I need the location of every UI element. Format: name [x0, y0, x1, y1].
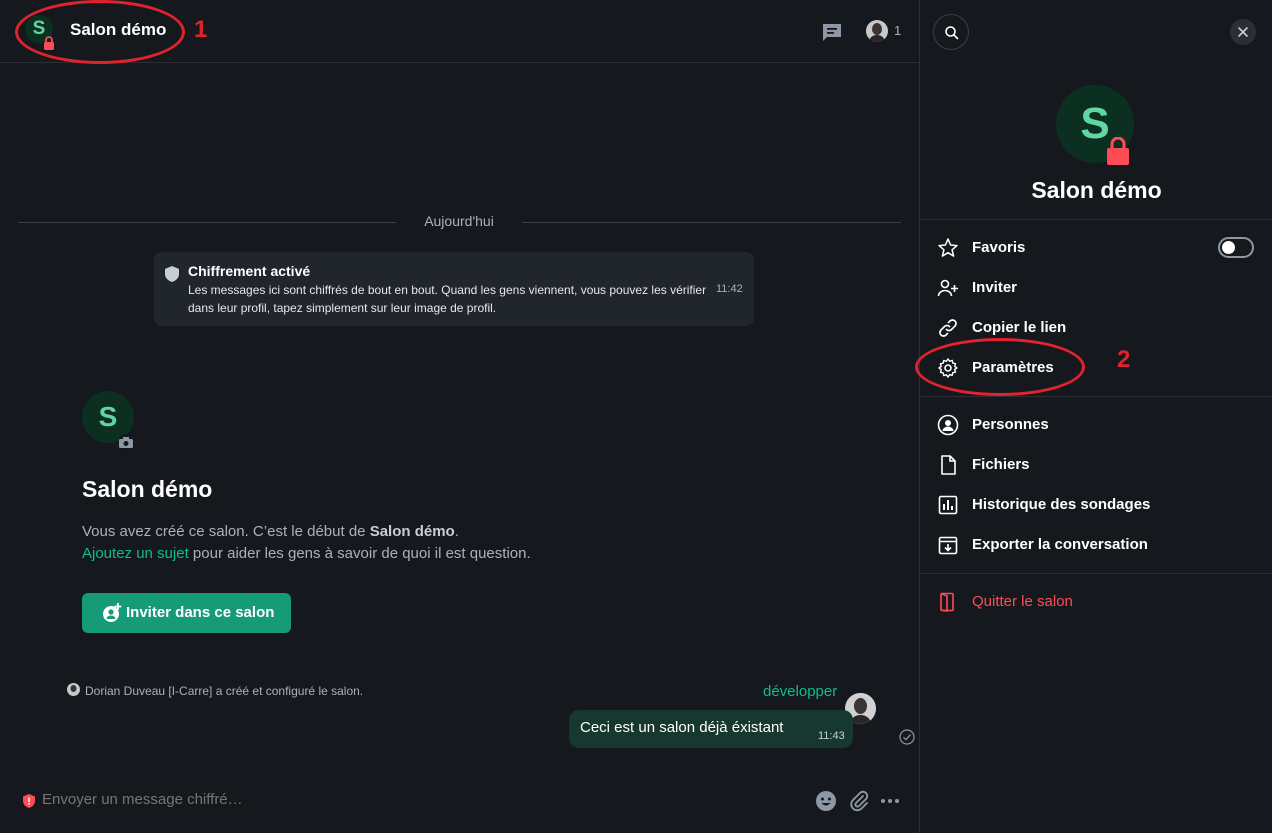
encryption-time: 11:42	[716, 283, 743, 295]
divider	[920, 219, 1272, 220]
person-icon	[937, 414, 959, 436]
add-person-icon	[937, 279, 958, 297]
add-topic-link[interactable]: Ajoutez un sujet	[82, 545, 189, 562]
link-icon	[939, 319, 957, 337]
annotation-ellipse-1	[15, 0, 185, 64]
divider	[920, 573, 1272, 574]
favourite-label: Favoris	[972, 239, 1026, 256]
search-button[interactable]	[933, 14, 969, 50]
room-intro-topic: Ajoutez un sujet pour aider les gens à s…	[82, 543, 531, 565]
user-photo-icon	[866, 20, 888, 42]
shield-icon	[165, 266, 179, 282]
poll-icon	[938, 495, 958, 515]
search-icon	[945, 26, 959, 40]
poll-history-label: Historique des sondages	[972, 496, 1151, 513]
lock-icon	[1107, 137, 1129, 165]
member-avatar[interactable]	[866, 20, 888, 42]
more-options-icon[interactable]	[879, 790, 901, 812]
leave-icon	[940, 592, 954, 612]
message-composer-input[interactable]	[42, 791, 742, 808]
message-bubble[interactable]: Ceci est un salon déjà éxistant 11:43	[569, 710, 853, 748]
encryption-text: Les messages ici sont chiffrés de bout e…	[188, 283, 707, 315]
close-panel-button[interactable]	[1230, 19, 1256, 45]
invite-to-room-button[interactable]: Inviter dans ce salon	[82, 593, 291, 633]
intro-desc-prefix: Vous avez créé ce salon. C’est le début …	[82, 523, 370, 540]
copy-link-label: Copier le lien	[972, 319, 1067, 336]
file-icon	[941, 455, 956, 475]
room-created-event: Dorian Duveau [I-Carre] a créé et config…	[85, 684, 364, 698]
topic-rest-text: pour aider les gens à savoir de quoi il …	[188, 545, 531, 562]
room-intro-description: Vous avez créé ce salon. C’est le début …	[82, 521, 459, 543]
sent-check-icon	[899, 729, 915, 745]
emoji-icon[interactable]	[815, 790, 837, 812]
separator-line	[18, 222, 396, 223]
expand-events-link[interactable]: développer	[763, 683, 837, 700]
export-chat-item[interactable]: Exporter la conversation	[920, 528, 1272, 562]
message-text: Ceci est un salon déjà éxistant	[580, 719, 784, 736]
divider	[920, 396, 1272, 397]
files-item[interactable]: Fichiers	[920, 448, 1272, 482]
intro-desc-room: Salon démo	[369, 523, 455, 540]
event-avatar[interactable]	[67, 683, 80, 696]
export-chat-label: Exporter la conversation	[972, 536, 1148, 553]
invite-label: Inviter	[972, 279, 1018, 296]
poll-history-item[interactable]: Historique des sondages	[920, 488, 1272, 522]
star-icon	[938, 238, 958, 257]
encryption-notice: Chiffrement activé Les messages ici sont…	[154, 252, 754, 326]
room-intro-name: Salon démo	[82, 476, 213, 502]
message-time: 11:43	[818, 730, 845, 742]
export-icon	[938, 536, 958, 555]
room-info-panel: S Salon démo Favoris Inviter Copier le l…	[915, 0, 1272, 833]
annotation-ellipse-2	[915, 338, 1085, 396]
room-view: S Salon démo 1 1 Aujourd'hui Chiffrement…	[0, 0, 919, 833]
threads-icon[interactable]	[820, 20, 844, 44]
camera-icon[interactable]	[116, 434, 136, 450]
intro-desc-suffix: .	[454, 523, 459, 540]
user-photo-icon	[67, 683, 80, 696]
people-item[interactable]: Personnes	[920, 408, 1272, 442]
add-person-icon	[103, 603, 122, 622]
encryption-title: Chiffrement activé	[188, 263, 311, 279]
favourite-toggle[interactable]	[1218, 237, 1254, 258]
annotation-number-1: 1	[194, 16, 208, 43]
day-label: Aujourd'hui	[424, 213, 494, 229]
favourite-item[interactable]: Favoris	[920, 231, 1272, 265]
leave-room-item[interactable]: Quitter le salon	[920, 585, 1272, 619]
separator-line	[522, 222, 901, 223]
files-label: Fichiers	[972, 456, 1030, 473]
close-icon	[1238, 27, 1248, 37]
annotation-number-2: 2	[1117, 346, 1131, 373]
room-header: S Salon démo 1 1	[0, 0, 919, 64]
people-label: Personnes	[972, 416, 1049, 433]
attachment-icon[interactable]	[848, 790, 870, 812]
invite-button-label: Inviter dans ce salon	[126, 604, 275, 621]
day-separator: Aujourd'hui	[18, 213, 901, 229]
room-info-title: Salon démo	[1031, 177, 1162, 203]
invite-item[interactable]: Inviter	[920, 271, 1272, 305]
member-count[interactable]: 1	[894, 23, 901, 38]
leave-room-label: Quitter le salon	[972, 593, 1073, 610]
toggle-knob	[1222, 241, 1235, 254]
encrypted-shield-icon	[23, 794, 35, 808]
